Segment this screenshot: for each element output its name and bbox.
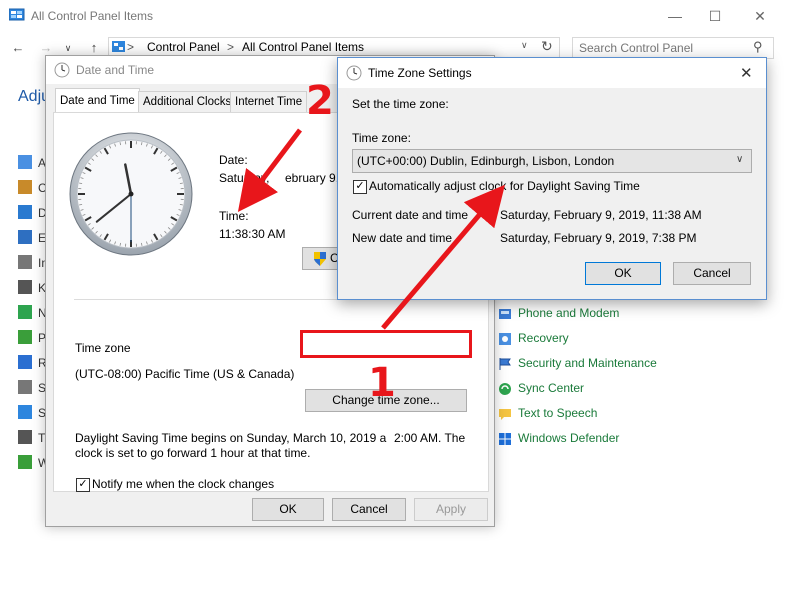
time-value: 11:38:30 AM: [219, 227, 286, 241]
forward-arrow-icon[interactable]: →: [38, 40, 54, 56]
highlight-box: [300, 330, 472, 358]
notify-label[interactable]: Notify me when the clock changes: [92, 477, 274, 491]
item-icon: [18, 205, 32, 219]
list-item-label[interactable]: Phone and Modem: [518, 306, 619, 320]
close-icon[interactable]: ✕: [740, 64, 753, 82]
item-icon: [18, 380, 32, 394]
item-icon: [18, 180, 32, 194]
item-icon: [18, 255, 32, 269]
dst-text-line1-end: 2:00 AM. The: [394, 431, 466, 445]
search-icon[interactable]: ⚲: [753, 39, 763, 55]
dst-text-line2: clock is set to go forward 1 hour at tha…: [75, 446, 311, 460]
item-icon: [18, 355, 32, 369]
dialog-title: Time Zone Settings: [368, 66, 472, 80]
auto-dst-label[interactable]: Automatically adjust clock for Daylight …: [369, 179, 640, 193]
up-arrow-icon[interactable]: ↑: [86, 40, 102, 56]
control-panel-icon: [112, 41, 125, 52]
new-datetime-value: Saturday, February 9, 2019, 7:38 PM: [500, 231, 697, 245]
auto-dst-checkbox[interactable]: ✓: [353, 180, 367, 194]
flag-icon: [499, 358, 511, 370]
item-icon: [18, 155, 32, 169]
phone-icon: [499, 309, 511, 319]
new-datetime-label: New date and time: [352, 231, 453, 245]
timezone-selected-value[interactable]: (UTC+00:00) Dublin, Edinburgh, Lisbon, L…: [357, 154, 614, 168]
change-date-time-button[interactable]: C: [302, 247, 342, 270]
timezone-value: (UTC-08:00) Pacific Time (US & Canada): [75, 367, 295, 381]
search-box[interactable]: Search Control Panel ⚲: [572, 37, 774, 59]
date-label: Date:: [219, 153, 248, 167]
close-button[interactable]: ✕: [745, 6, 775, 26]
tab-internet-time[interactable]: Internet Time: [230, 91, 308, 112]
breadcrumb-control-panel[interactable]: Control Panel: [147, 40, 220, 54]
time-zone-settings-dialog: Time Zone Settings ✕ Set the time zone: …: [337, 57, 767, 300]
clock-icon: [346, 65, 362, 81]
instruction-text: Set the time zone:: [352, 97, 449, 111]
recovery-icon: [499, 333, 511, 345]
item-icon: [18, 405, 32, 419]
clock-icon: [54, 62, 70, 78]
step-number-1: 1: [368, 360, 396, 406]
dialog-title: Date and Time: [76, 63, 155, 77]
ok-button[interactable]: OK: [252, 498, 324, 521]
uac-shield-icon: [314, 252, 326, 266]
list-item-label[interactable]: Security and Maintenance: [518, 356, 657, 370]
sync-icon: [499, 383, 511, 395]
timezone-label: Time zone:: [352, 131, 411, 145]
speech-icon: [499, 409, 511, 420]
cancel-button[interactable]: Cancel: [673, 262, 751, 285]
item-icon: [18, 455, 32, 469]
breadcrumb-sep: >: [227, 40, 235, 54]
search-placeholder[interactable]: Search Control Panel: [579, 41, 693, 55]
item-icon: [18, 230, 32, 244]
item-icon: [18, 430, 32, 444]
list-item-label[interactable]: Windows Defender: [518, 431, 619, 445]
time-label: Time:: [219, 209, 249, 223]
breadcrumb-sep: >: [127, 40, 135, 54]
shield-icon: [499, 433, 511, 445]
window-title: All Control Panel Items: [31, 9, 154, 23]
apply-button[interactable]: Apply: [414, 498, 488, 521]
current-datetime-value: Saturday, February 9, 2019, 11:38 AM: [500, 208, 702, 222]
analog-clock: [69, 132, 193, 256]
dialog-title-bar: Time Zone Settings ✕: [338, 58, 766, 88]
recent-chevron-icon[interactable]: ∨: [60, 40, 76, 56]
tab-date-and-time[interactable]: Date and Time: [55, 88, 140, 113]
tab-additional-clocks[interactable]: Additional Clocks: [138, 91, 237, 112]
list-item-label[interactable]: Sync Center: [518, 381, 584, 395]
timezone-dropdown[interactable]: (UTC+00:00) Dublin, Edinburgh, Lisbon, L…: [352, 149, 752, 173]
maximize-button[interactable]: ☐: [700, 6, 730, 26]
ok-button[interactable]: OK: [585, 262, 661, 285]
notify-checkbox[interactable]: ✓: [76, 478, 90, 492]
refresh-icon[interactable]: ↻: [541, 38, 553, 55]
title-bar: All Control Panel Items — ☐ ✕: [0, 0, 785, 31]
item-icon: [18, 330, 32, 344]
breadcrumb-all-items[interactable]: All Control Panel Items: [242, 40, 364, 54]
list-item-label[interactable]: Text to Speech: [518, 406, 597, 420]
date-value-start: Saturday,: [219, 171, 270, 185]
list-item-label[interactable]: Recovery: [518, 331, 569, 345]
back-arrow-icon[interactable]: ←: [10, 40, 26, 56]
dst-text-line1: Daylight Saving Time begins on Sunday, M…: [75, 431, 387, 445]
item-icon: [18, 305, 32, 319]
minimize-button[interactable]: —: [660, 6, 690, 26]
control-panel-icon: [9, 8, 25, 21]
step-number-2: 2: [306, 78, 334, 124]
item-icon: [18, 280, 32, 294]
address-dropdown-icon[interactable]: ∨: [521, 40, 528, 51]
chevron-down-icon[interactable]: ∨: [736, 154, 743, 165]
cancel-button[interactable]: Cancel: [332, 498, 406, 521]
timezone-heading: Time zone: [75, 341, 131, 355]
current-datetime-label: Current date and time: [352, 208, 469, 222]
